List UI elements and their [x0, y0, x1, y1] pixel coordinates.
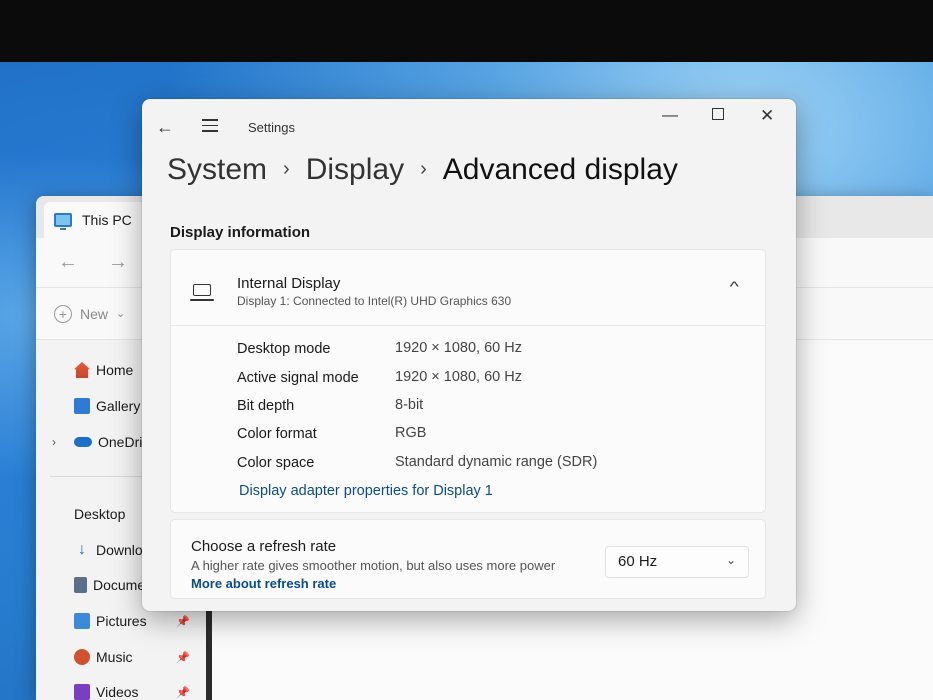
chevron-right-icon: ›	[283, 158, 290, 180]
settings-window: ← Settings — ✕ System › Display › Advanc…	[142, 99, 796, 611]
videos-icon	[74, 684, 90, 700]
plus-circle-icon: +	[54, 304, 72, 323]
display-name: Internal Display	[237, 275, 341, 292]
display-subtitle: Display 1: Connected to Intel(R) UHD Gra…	[237, 294, 512, 308]
sidebar-item-label: Videos	[96, 684, 139, 700]
minimize-button[interactable]: —	[662, 107, 678, 125]
onedrive-icon	[74, 437, 92, 447]
breadcrumb-display[interactable]: Display	[306, 153, 404, 187]
settings-titlebar: ← Settings — ✕	[142, 99, 796, 147]
display-info-card: Internal Display Display 1: Connected to…	[170, 249, 766, 513]
maximize-button[interactable]	[712, 108, 724, 120]
page-title: Advanced display	[442, 153, 678, 186]
pin-icon[interactable]: 📌	[176, 615, 190, 628]
row-label-bit-depth: Bit depth	[237, 398, 295, 414]
chevron-down-icon: ⌄	[725, 553, 736, 567]
row-label-color-space: Color space	[237, 455, 315, 471]
chevron-down-icon[interactable]: ⌄	[116, 307, 125, 320]
chevron-up-icon[interactable]: ^	[730, 278, 739, 294]
chevron-right-icon: ›	[420, 158, 427, 180]
row-label-color-format: Color format	[237, 426, 317, 442]
section-title: Display information	[170, 224, 311, 241]
this-pc-icon	[54, 213, 72, 230]
pin-icon[interactable]: 📌	[176, 686, 190, 699]
display-info-header[interactable]: Internal Display Display 1: Connected to…	[171, 250, 765, 326]
gallery-icon	[74, 398, 90, 414]
display-adapter-properties-link[interactable]: Display adapter properties for Display 1	[239, 483, 493, 499]
back-arrow-icon[interactable]: ←	[58, 251, 78, 274]
row-value-bit-depth: 8-bit	[395, 397, 424, 413]
new-button[interactable]: New	[80, 306, 108, 322]
tab-label: This PC	[82, 212, 132, 228]
more-about-refresh-rate-link[interactable]: More about refresh rate	[191, 576, 336, 591]
pin-icon[interactable]: 📌	[176, 651, 190, 664]
breadcrumb-system[interactable]: System	[167, 153, 267, 187]
laptop-icon	[190, 284, 214, 301]
sidebar-item-label: Pictures	[96, 613, 147, 629]
refresh-rate-dropdown[interactable]: 60 Hz ⌄	[605, 546, 749, 578]
sidebar-item-label: Gallery	[96, 398, 141, 414]
forward-arrow-icon[interactable]: →	[108, 251, 128, 274]
refresh-rate-selected: 60 Hz	[618, 553, 658, 570]
row-value-color-space: Standard dynamic range (SDR)	[395, 454, 598, 470]
back-arrow-icon[interactable]: ←	[156, 117, 174, 137]
row-value-desktop-mode: 1920 × 1080, 60 Hz	[395, 340, 522, 356]
home-icon	[74, 362, 90, 378]
pictures-icon	[74, 613, 90, 629]
row-value-color-format: RGB	[395, 425, 427, 441]
breadcrumb: System › Display › Advanced display	[167, 153, 678, 187]
refresh-rate-title: Choose a refresh rate	[191, 538, 337, 555]
chevron-right-icon[interactable]: ›	[52, 435, 56, 449]
documents-icon	[74, 577, 87, 593]
sidebar-item-label: Music	[96, 649, 133, 665]
close-button[interactable]: ✕	[760, 107, 774, 125]
row-label-desktop-mode: Desktop mode	[237, 341, 331, 357]
row-label-active-signal-mode: Active signal mode	[237, 370, 359, 386]
music-icon	[74, 649, 90, 665]
downloads-icon: ↓	[78, 542, 86, 558]
app-title: Settings	[248, 120, 295, 135]
hamburger-menu-icon[interactable]	[202, 119, 218, 133]
sidebar-item-label: Home	[96, 362, 134, 378]
monitor-bezel	[0, 0, 933, 62]
row-value-active-signal-mode: 1920 × 1080, 60 Hz	[395, 369, 522, 385]
sidebar-item-label: Desktop	[74, 506, 126, 522]
refresh-rate-card: Choose a refresh rate A higher rate give…	[170, 519, 766, 599]
refresh-rate-description: A higher rate gives smoother motion, but…	[191, 558, 556, 573]
